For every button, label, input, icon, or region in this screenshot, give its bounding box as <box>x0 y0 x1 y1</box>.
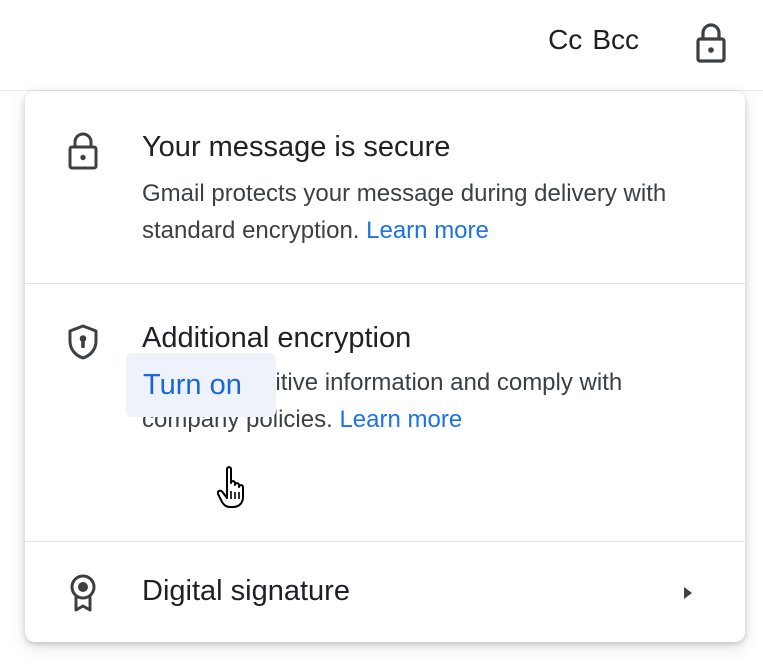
turn-on-button[interactable]: Turn on <box>126 353 276 417</box>
recipient-options: Cc Bcc <box>548 24 639 56</box>
additional-encryption-title: Additional encryption <box>142 322 412 354</box>
lock-icon <box>68 132 98 170</box>
cc-button[interactable]: Cc <box>548 24 582 56</box>
compose-header: Cc Bcc <box>0 0 763 91</box>
award-badge-icon <box>70 574 96 612</box>
shield-icon <box>68 324 98 360</box>
secure-section: Your message is secure Gmail protects yo… <box>25 91 745 284</box>
secure-learn-more-link[interactable]: Learn more <box>366 217 489 244</box>
lock-icon[interactable] <box>695 22 727 64</box>
hand-pointer-icon <box>217 466 244 508</box>
additional-learn-more-link[interactable]: Learn more <box>339 406 462 433</box>
encryption-popover: Your message is secure Gmail protects yo… <box>25 91 745 642</box>
digital-signature-item[interactable]: Digital signature <box>25 542 745 642</box>
bcc-button[interactable]: Bcc <box>592 24 639 56</box>
chevron-right-icon[interactable] <box>681 584 695 602</box>
secure-description: Gmail protects your message during deliv… <box>142 175 722 249</box>
secure-title: Your message is secure <box>142 131 451 163</box>
digital-signature-title: Digital signature <box>142 575 350 607</box>
